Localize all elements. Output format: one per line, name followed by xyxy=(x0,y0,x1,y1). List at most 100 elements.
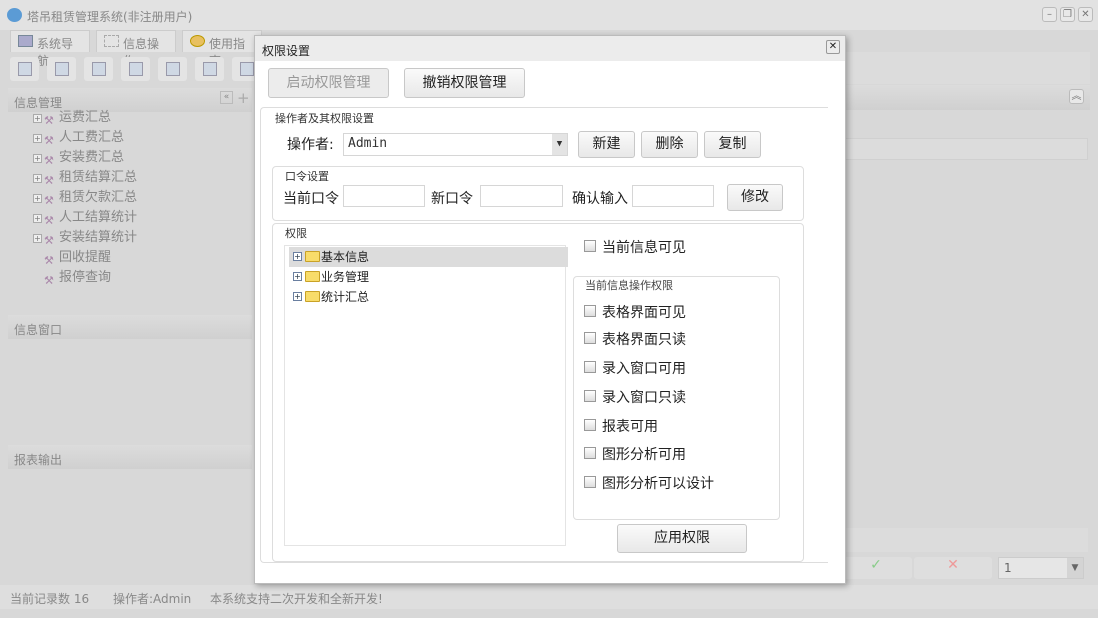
expand-icon[interactable]: + xyxy=(293,272,302,281)
document-tool-button[interactable] xyxy=(84,57,113,81)
nav-tree-label: 人工结算统计 xyxy=(59,210,138,225)
operator-label: 操作者: xyxy=(287,137,334,153)
copy-operator-button[interactable]: 复制 xyxy=(704,131,761,158)
delete-operator-button[interactable]: 删除 xyxy=(641,131,698,158)
confirm-password-input[interactable] xyxy=(632,185,714,207)
document-icon xyxy=(92,62,106,76)
panel-title: 信息窗口 xyxy=(14,323,63,337)
app-logo-icon xyxy=(7,8,22,22)
screen-icon xyxy=(166,62,180,76)
permission-tree-node[interactable]: + 业务管理 xyxy=(289,267,568,287)
restore-button[interactable]: ❐ xyxy=(1060,7,1075,22)
confirm-password-label: 确认输入 xyxy=(572,191,628,207)
expand-icon[interactable]: + xyxy=(33,174,42,183)
nav-tree-label: 报停查询 xyxy=(59,270,112,285)
checkbox-box xyxy=(584,305,596,317)
nav-tree-label: 安装费汇总 xyxy=(59,150,125,165)
expand-icon[interactable]: + xyxy=(33,214,42,223)
nav-tree-item[interactable]: + ⚒ 人工结算统计 xyxy=(33,208,137,228)
checkbox-box xyxy=(584,361,596,373)
status-bar: 当前记录数 16 操作者:Admin 本系统支持二次开发和全新开发! xyxy=(0,585,1098,609)
checkbox-box xyxy=(584,332,596,344)
chevron-down-icon: ▼ xyxy=(552,134,567,155)
tab-system-nav[interactable]: 系统导航 xyxy=(10,30,90,68)
nav-tree-label: 人工费汇总 xyxy=(59,130,125,145)
list-icon xyxy=(55,62,69,76)
export-icon xyxy=(203,62,217,76)
close-window-button[interactable]: ✕ xyxy=(1078,7,1093,22)
enable-permission-button[interactable]: 启动权限管理 xyxy=(268,68,389,98)
search-icon xyxy=(18,62,32,76)
expand-icon[interactable]: + xyxy=(33,194,42,203)
panel-title: 报表输出 xyxy=(14,453,63,467)
expand-icon[interactable]: + xyxy=(33,154,42,163)
nav-tree-item[interactable]: + ⚒ 安装费汇总 xyxy=(33,148,124,168)
expand-icon[interactable]: + xyxy=(33,134,42,143)
nav-tree-item[interactable]: + ⚒ 运费汇总 xyxy=(33,108,111,128)
print-icon xyxy=(240,62,254,76)
info-window-header: 信息窗口 xyxy=(8,315,252,339)
node-label: 统计汇总 xyxy=(321,290,370,304)
tab-guide[interactable]: 使用指南 xyxy=(182,30,262,68)
new-operator-button[interactable]: 新建 xyxy=(578,131,635,158)
expand-icon[interactable]: + xyxy=(33,114,42,123)
add-icon[interactable]: + xyxy=(237,89,250,107)
expand-icon[interactable]: + xyxy=(293,292,302,301)
check-icon: ✓ xyxy=(870,557,882,573)
operator-select[interactable]: Admin ▼ xyxy=(343,133,568,156)
expand-icon[interactable]: + xyxy=(293,252,302,261)
page-select[interactable]: 1 ▼ xyxy=(998,557,1084,579)
checkbox-label: 表格界面只读 xyxy=(602,332,686,348)
password-section-legend: 口令设置 xyxy=(283,168,331,184)
monitor-icon xyxy=(18,35,33,47)
operator-section-legend: 操作者及其权限设置 xyxy=(273,110,376,126)
nav-tree-item[interactable]: + ⚒ 租赁欠款汇总 xyxy=(33,188,137,208)
cancel-button[interactable]: ✕ xyxy=(914,557,992,579)
folder-icon xyxy=(305,251,320,262)
grid-icon xyxy=(104,35,119,47)
nav-tree-label: 安装结算统计 xyxy=(59,230,138,245)
list-tool-button[interactable] xyxy=(47,57,76,81)
current-password-label: 当前口令 xyxy=(283,191,339,207)
user-icon xyxy=(129,62,143,76)
record-count: 当前记录数 16 xyxy=(10,592,90,606)
screen-tool-button[interactable] xyxy=(158,57,187,81)
node-label: 业务管理 xyxy=(321,270,370,284)
checkbox-label: 当前信息可见 xyxy=(602,240,686,256)
nav-tree-item[interactable]: ⚒ 回收提醒 xyxy=(33,248,111,268)
collapse-up-icon[interactable]: ︽ xyxy=(1069,89,1084,104)
x-icon: ✕ xyxy=(947,557,959,573)
tab-info-ops[interactable]: 信息操作 xyxy=(96,30,176,68)
search-tool-button[interactable] xyxy=(10,57,39,81)
permission-tree-node[interactable]: + 统计汇总 xyxy=(289,287,568,307)
nav-tree-item[interactable]: + ⚒ 安装结算统计 xyxy=(33,228,137,248)
user-tool-button[interactable] xyxy=(121,57,150,81)
window-titlebar: 塔吊租赁管理系统(非注册用户) – ❐ ✕ xyxy=(0,0,1098,30)
status-notice: 本系统支持二次开发和全新开发! xyxy=(210,592,383,606)
nav-tree-item[interactable]: + ⚒ 人工费汇总 xyxy=(33,128,124,148)
folder-icon xyxy=(305,291,320,302)
export-tool-button[interactable] xyxy=(195,57,224,81)
current-password-input[interactable] xyxy=(343,185,425,207)
nav-tree-item[interactable]: + ⚒ 租赁结算汇总 xyxy=(33,168,137,188)
chevron-down-icon: ▼ xyxy=(1067,558,1083,578)
new-password-input[interactable] xyxy=(480,185,563,207)
selected-item-highlight xyxy=(10,288,118,308)
checkbox-box xyxy=(584,240,596,252)
ops-section-legend: 当前信息操作权限 xyxy=(583,277,675,293)
revoke-permission-button[interactable]: 撤销权限管理 xyxy=(404,68,525,98)
permission-tree-node[interactable]: + 基本信息 xyxy=(289,247,568,267)
minimize-button[interactable]: – xyxy=(1042,7,1057,22)
collapse-left-icon[interactable]: « xyxy=(220,91,233,104)
modify-password-button[interactable]: 修改 xyxy=(727,184,783,211)
nav-tree-label: 租赁结算汇总 xyxy=(59,170,138,185)
apply-permission-button[interactable]: 应用权限 xyxy=(617,524,747,553)
nav-tree-item[interactable]: ⚒ 报停查询 xyxy=(33,268,111,288)
checkbox-box xyxy=(584,419,596,431)
close-dialog-button[interactable]: ✕ xyxy=(826,40,840,54)
checkbox-box xyxy=(584,476,596,488)
expand-icon[interactable]: + xyxy=(33,234,42,243)
checkbox-box xyxy=(584,390,596,402)
confirm-button[interactable]: ✓ xyxy=(840,557,912,579)
report-output-header: 报表输出 xyxy=(8,445,252,469)
